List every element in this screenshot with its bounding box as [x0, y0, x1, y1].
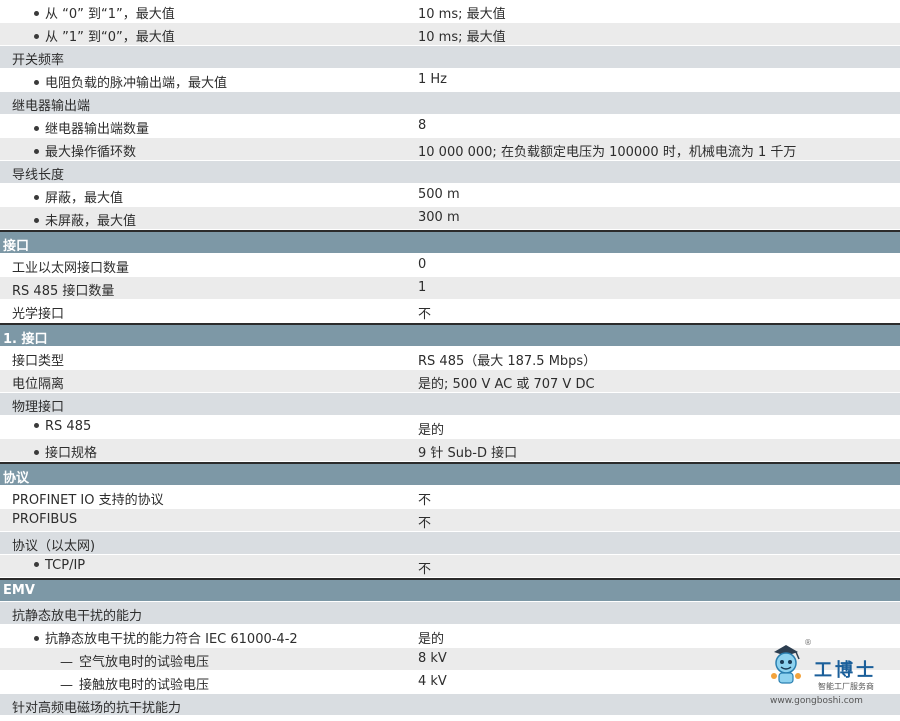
row-label: RS 485 [0, 416, 406, 438]
watermark-url: www.gongboshi.com [770, 696, 863, 706]
table-row: 接口规格 9 针 Sub-D 接口 [0, 439, 900, 462]
row-label: 电阻负载的脉冲输出端，最大值 [0, 69, 406, 91]
row-label: 电位隔离 [12, 377, 65, 392]
row-value: 1 Hz [418, 72, 448, 87]
section-title: 1. 接口 [3, 332, 48, 346]
table-row: 电位隔离 是的; 500 V AC 或 707 V DC [0, 370, 900, 393]
bullet-icon [34, 11, 39, 16]
subgroup-header: 协议（以太网) [0, 532, 900, 555]
subgroup-label: 物理接口 [12, 400, 65, 415]
section-header: EMV [0, 578, 900, 602]
section-header: 1. 接口 [0, 323, 900, 347]
row-value: 1 [418, 280, 427, 295]
row-value: 10 ms; 最大值 [418, 7, 506, 22]
subgroup-header: 继电器输出端 [0, 92, 900, 115]
row-label: 继电器输出端数量 [0, 115, 406, 137]
dash-icon: — [60, 678, 73, 693]
section-title: EMV [3, 583, 35, 598]
row-value: 不 [418, 516, 432, 531]
robot-mascot-icon [771, 645, 801, 684]
row-value: 不 [418, 493, 432, 508]
table-row: 电阻负载的脉冲输出端，最大值 1 Hz [0, 69, 900, 92]
subgroup-header: 导线长度 [0, 161, 900, 184]
registered-mark: ® [804, 638, 812, 647]
subgroup-label: 针对高频电磁场的抗干扰能力 [12, 701, 182, 715]
row-value: RS 485（最大 187.5 Mbps） [418, 354, 597, 369]
subgroup-header: 抗静态放电干扰的能力 [0, 602, 900, 625]
row-label: 最大操作循环数 [0, 138, 406, 160]
table-row: 最大操作循环数 10 000 000; 在负载额定电压为 100000 时，机械… [0, 138, 900, 161]
watermark-tagline: 智能工厂服务商 [818, 682, 874, 691]
row-label: 光学接口 [12, 307, 65, 322]
bullet-icon [34, 450, 39, 455]
bullet-icon [34, 34, 39, 39]
row-label: 屏蔽，最大值 [0, 184, 406, 206]
table-row: 工业以太网接口数量 0 [0, 254, 900, 277]
row-label: 工业以太网接口数量 [12, 261, 130, 276]
row-label: — 接触放电时的试验电压 [60, 678, 210, 693]
section-title: 协议 [3, 471, 30, 485]
watermark-logo: ® 工博士 智能工厂服务商 www.gongboshi.com [758, 636, 900, 716]
bullet-icon [34, 218, 39, 223]
row-value: 不 [418, 307, 432, 322]
row-label: 从 “0” 到“1”，最大值 [0, 0, 406, 22]
table-row: 光学接口 不 [0, 300, 900, 323]
table-row: RS 485 是的 [0, 416, 900, 439]
row-label: 接口类型 [12, 354, 65, 369]
row-value: 10 ms; 最大值 [418, 30, 506, 45]
row-value: 10 000 000; 在负载额定电压为 100000 时，机械电流为 1 千万 [418, 145, 797, 160]
row-value: 是的; 500 V AC 或 707 V DC [418, 377, 595, 392]
bullet-icon [34, 423, 39, 428]
watermark-brand: 工博士 [814, 660, 877, 681]
row-value: 8 [418, 118, 427, 133]
row-value: 300 m [418, 210, 460, 225]
bullet-icon [34, 80, 39, 85]
row-label: PROFIBUS [12, 512, 78, 527]
row-label: 接口规格 [0, 439, 406, 461]
row-value: 是的 [418, 423, 445, 438]
bullet-icon [34, 636, 39, 641]
bullet-icon [34, 562, 39, 567]
row-value: 9 针 Sub-D 接口 [418, 446, 518, 461]
section-header: 协议 [0, 462, 900, 486]
bullet-icon [34, 195, 39, 200]
row-label: 未屏蔽，最大值 [0, 207, 406, 229]
table-row: TCP/IP 不 [0, 555, 900, 578]
table-row: 屏蔽，最大值 500 m [0, 184, 900, 207]
table-row: 从 “0” 到“1”，最大值 10 ms; 最大值 [0, 0, 900, 23]
bullet-icon [34, 149, 39, 154]
subgroup-label: 导线长度 [12, 168, 65, 183]
table-row: PROFIBUS 不 [0, 509, 900, 532]
row-value: 500 m [418, 187, 460, 202]
table-row: 未屏蔽，最大值 300 m [0, 207, 900, 230]
table-row: PROFINET IO 支持的协议 不 [0, 486, 900, 509]
bullet-icon [34, 126, 39, 131]
subgroup-header: 开关频率 [0, 46, 900, 69]
row-label: 抗静态放电干扰的能力符合 IEC 61000-4-2 [0, 625, 406, 647]
subgroup-label: 继电器输出端 [12, 99, 91, 114]
section-header: 接口 [0, 230, 900, 254]
row-label: PROFINET IO 支持的协议 [12, 493, 164, 508]
subgroup-header: 物理接口 [0, 393, 900, 416]
subgroup-label: 抗静态放电干扰的能力 [12, 609, 143, 624]
row-value: 不 [418, 562, 432, 577]
row-label: RS 485 接口数量 [12, 284, 115, 299]
row-label: 从 ”1” 到“0”，最大值 [0, 23, 406, 45]
row-value: 0 [418, 257, 427, 272]
table-row: RS 485 接口数量 1 [0, 277, 900, 300]
dash-icon: — [60, 655, 73, 670]
table-row: 从 ”1” 到“0”，最大值 10 ms; 最大值 [0, 23, 900, 46]
spec-table: 从 “0” 到“1”，最大值 10 ms; 最大值 从 ”1” 到“0”，最大值… [0, 0, 900, 716]
row-label: — 空气放电时的试验电压 [60, 655, 210, 670]
subgroup-label: 协议（以太网) [12, 539, 96, 554]
section-title: 接口 [3, 239, 30, 253]
row-label: TCP/IP [0, 555, 406, 577]
subgroup-label: 开关频率 [12, 53, 65, 68]
table-row: 继电器输出端数量 8 [0, 115, 900, 138]
table-row: 接口类型 RS 485（最大 187.5 Mbps） [0, 347, 900, 370]
